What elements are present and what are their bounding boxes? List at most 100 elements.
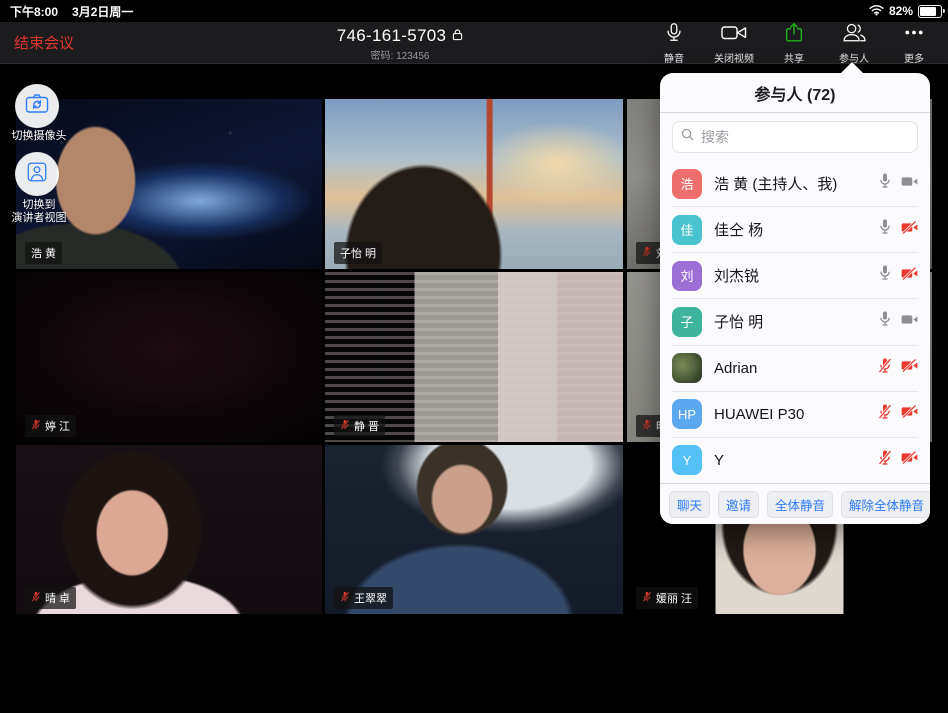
more-label: 更多 xyxy=(904,50,924,65)
camera-off-icon xyxy=(901,405,918,423)
lock-icon xyxy=(452,26,463,46)
camera-on-icon xyxy=(901,313,918,331)
participant-nametag: 静 晋 xyxy=(334,415,385,437)
muted-mic-icon xyxy=(642,246,652,261)
participant-nametag: 晴 卓 xyxy=(25,587,76,609)
camera-off-icon xyxy=(901,451,918,469)
participant-name: Adrian xyxy=(714,360,757,377)
participant-nametag: 浩 黄 xyxy=(25,242,62,264)
microphone-icon xyxy=(663,21,685,49)
video-tile[interactable]: 静 晋 xyxy=(325,272,623,442)
participant-row[interactable]: Adrian xyxy=(672,345,918,391)
speaker-view-button[interactable] xyxy=(15,152,59,196)
avatar: Y xyxy=(672,445,702,475)
muted-mic-icon xyxy=(340,419,350,434)
participant-nametag: 媛丽 汪 xyxy=(636,587,698,609)
end-meeting-button[interactable]: 结束会议 xyxy=(14,32,74,53)
participant-name: 浩 黄 (主持人、我) xyxy=(714,173,837,194)
search-input[interactable] xyxy=(699,128,909,146)
camera-icon xyxy=(721,21,747,49)
muted-mic-icon xyxy=(642,591,652,606)
speaker-view-label-line2: 演讲者视图 xyxy=(0,212,78,225)
speaker-view-label: 切换到 演讲者视图 xyxy=(0,199,78,225)
tile-name: 晴 卓 xyxy=(45,590,70,606)
mic-muted-icon xyxy=(878,358,892,379)
video-tile[interactable]: 婷 江 xyxy=(16,272,322,442)
participant-row[interactable]: HP HUAWEI P30 xyxy=(672,391,918,437)
more-icon xyxy=(902,21,926,49)
participant-row[interactable]: 浩 浩 黄 (主持人、我) xyxy=(672,161,918,206)
tile-name: 婷 江 xyxy=(45,418,70,434)
meeting-toolbar: 结束会议 746-161-5703 密码: 123456 静音 关 xyxy=(0,22,948,64)
muted-mic-icon xyxy=(31,591,41,606)
muted-mic-icon xyxy=(642,419,652,434)
stop-video-button[interactable]: 关闭视频 xyxy=(704,22,764,63)
mute-all-button[interactable]: 全体静音 xyxy=(767,491,833,518)
mic-on-icon xyxy=(878,265,892,286)
video-tile[interactable]: 王翠翠 xyxy=(325,445,623,614)
participant-nametag: 王翠翠 xyxy=(334,587,393,609)
participants-icon xyxy=(841,21,868,49)
status-time: 下午8:00 xyxy=(10,3,58,20)
share-button[interactable]: 共享 xyxy=(764,22,824,63)
video-tile[interactable]: 晴 卓 xyxy=(16,445,322,614)
switch-camera-label: 切换摄像头 xyxy=(0,130,78,143)
stop-video-label: 关闭视频 xyxy=(714,50,754,65)
mic-on-icon xyxy=(878,173,892,194)
camera-off-icon xyxy=(901,267,918,285)
toolbar-actions: 静音 关闭视频 共享 参与人 xyxy=(644,22,944,63)
tile-name: 媛丽 汪 xyxy=(656,590,692,606)
meeting-screen: 下午8:00 3月2日周一 82% 结束会议 746-161-5703 密码: … xyxy=(0,0,948,713)
unmute-all-button[interactable]: 解除全体静音 xyxy=(841,491,930,518)
participant-row[interactable]: 子 子怡 明 xyxy=(672,298,918,344)
tile-name: 王翠翠 xyxy=(354,590,387,606)
panel-footer: 聊天 邀请 全体静音 解除全体静音 xyxy=(660,483,930,524)
avatar: 佳 xyxy=(672,215,702,245)
wifi-icon xyxy=(869,4,884,19)
participant-name: Y xyxy=(714,452,724,469)
avatar: 浩 xyxy=(672,169,702,199)
tile-name: 浩 黄 xyxy=(31,245,56,261)
avatar: HP xyxy=(672,399,702,429)
speaker-view-icon xyxy=(26,161,48,188)
chat-button[interactable]: 聊天 xyxy=(669,491,710,518)
search-box[interactable] xyxy=(672,121,918,153)
participants-list: 浩 浩 黄 (主持人、我) 佳 佳仝 杨 刘 刘杰锐 xyxy=(660,161,930,483)
participant-name: 刘杰锐 xyxy=(714,265,759,286)
video-tile[interactable]: 子怡 明 xyxy=(325,99,623,269)
camera-off-icon xyxy=(901,359,918,377)
meeting-password: 密码: 123456 xyxy=(270,47,530,62)
meeting-id: 746-161-5703 xyxy=(337,26,446,46)
participant-nametag: 婷 江 xyxy=(25,415,76,437)
tile-name: 子怡 明 xyxy=(340,245,376,261)
more-button[interactable]: 更多 xyxy=(884,22,944,63)
participant-row[interactable]: Y Y xyxy=(672,437,918,483)
tile-name: 静 晋 xyxy=(354,418,379,434)
status-bar: 下午8:00 3月2日周一 82% xyxy=(0,0,948,22)
search-area xyxy=(660,113,930,161)
muted-mic-icon xyxy=(340,591,350,606)
participant-name: 佳仝 杨 xyxy=(714,219,763,240)
camera-on-icon xyxy=(901,175,918,193)
participant-row[interactable]: 刘 刘杰锐 xyxy=(672,252,918,298)
invite-button[interactable]: 邀请 xyxy=(718,491,759,518)
switch-camera-icon xyxy=(25,93,49,119)
mic-muted-icon xyxy=(878,450,892,471)
mute-label: 静音 xyxy=(664,50,684,65)
participant-name: HUAWEI P30 xyxy=(714,406,804,423)
video-tile[interactable]: 浩 黄 xyxy=(16,99,322,269)
avatar: 子 xyxy=(672,307,702,337)
mic-on-icon xyxy=(878,219,892,240)
participants-button[interactable]: 参与人 xyxy=(824,22,884,63)
muted-mic-icon xyxy=(31,419,41,434)
switch-camera-button[interactable] xyxy=(15,84,59,128)
share-label: 共享 xyxy=(784,50,804,65)
share-icon xyxy=(783,21,805,49)
mic-muted-icon xyxy=(878,404,892,425)
participant-row[interactable]: 佳 佳仝 杨 xyxy=(672,206,918,252)
meeting-info[interactable]: 746-161-5703 密码: 123456 xyxy=(270,26,530,62)
speaker-view-label-line1: 切换到 xyxy=(0,199,78,212)
camera-off-icon xyxy=(901,221,918,239)
avatar: 刘 xyxy=(672,261,702,291)
mute-button[interactable]: 静音 xyxy=(644,22,704,63)
